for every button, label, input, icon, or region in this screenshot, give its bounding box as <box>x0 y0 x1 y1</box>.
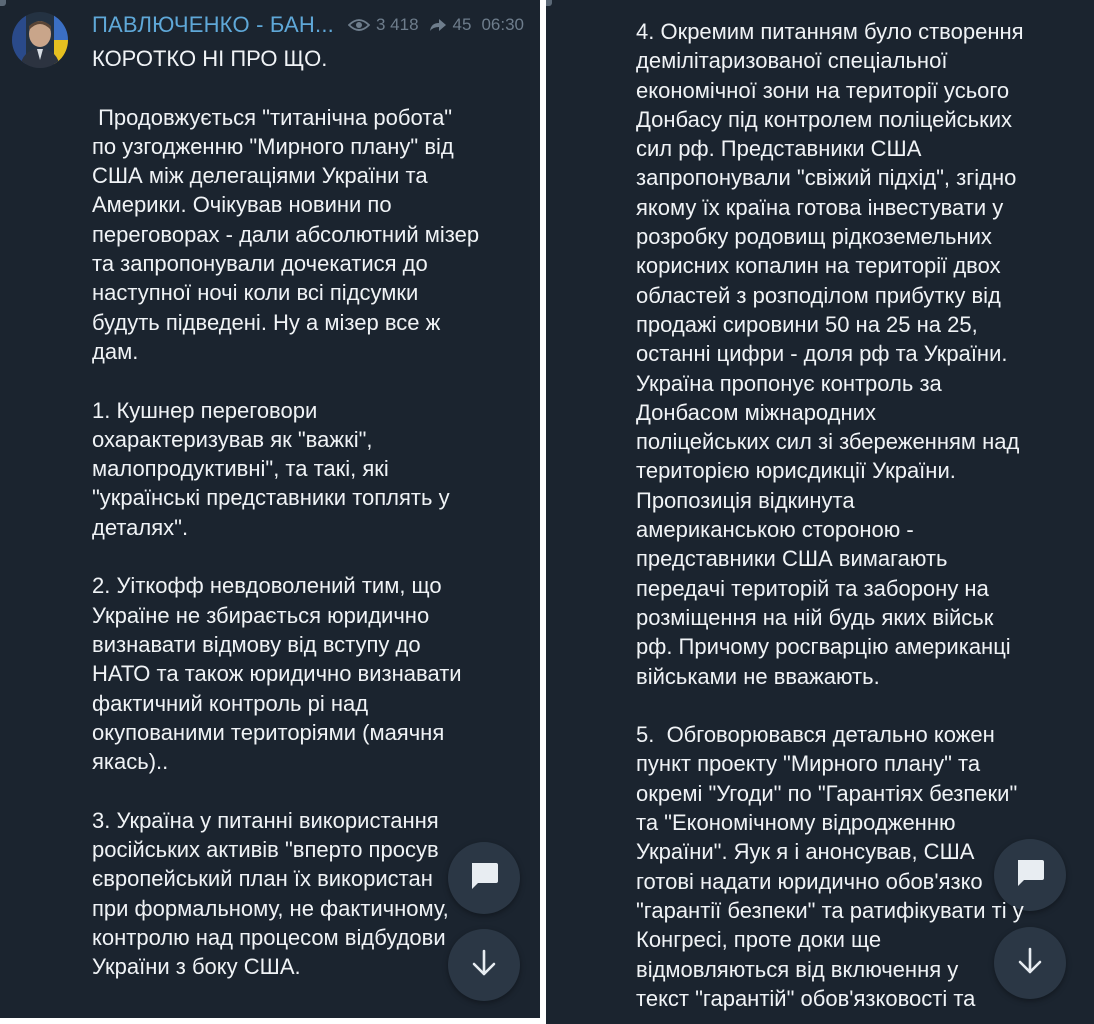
views-count: 3 418 <box>375 15 419 34</box>
post-meta: 3 418 45 06:30 <box>347 15 524 35</box>
chat-bubble-icon <box>468 861 500 896</box>
eye-icon <box>347 18 370 32</box>
post-time: 06:30 <box>481 15 524 34</box>
scroll-down-button[interactable] <box>448 929 520 1001</box>
panel-edge-marker <box>0 0 6 6</box>
arrow-down-icon <box>471 949 497 982</box>
panel-edge-marker <box>546 0 552 6</box>
forward-arrow-icon <box>429 18 447 32</box>
comment-button[interactable] <box>448 842 520 914</box>
chat-panel-left[interactable]: ПАВЛЮЧЕНКО - БАН... 3 418 45 06:30 КОРОТ… <box>0 0 540 1018</box>
forwards-count: 45 <box>452 15 472 34</box>
channel-avatar[interactable] <box>12 12 68 68</box>
channel-name[interactable]: ПАВЛЮЧЕНКО - БАН... <box>92 12 334 38</box>
screenshot-collage: ПАВЛЮЧЕНКО - БАН... 3 418 45 06:30 КОРОТ… <box>0 0 1094 1024</box>
message-text-left: КОРОТКО НІ ПРО ЩО. Продовжується "титані… <box>92 46 480 980</box>
message-text-right: 4. Окремим питанням було створення деміл… <box>636 19 1024 1011</box>
